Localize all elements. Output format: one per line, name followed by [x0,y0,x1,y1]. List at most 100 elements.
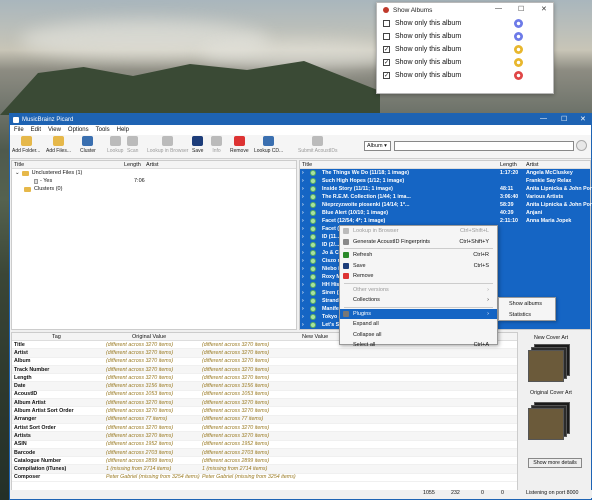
menu-edit[interactable]: Edit [31,127,41,133]
album-filter-row[interactable]: Show only this album [377,30,553,43]
checkbox[interactable]: ✓ [383,46,390,53]
album-row[interactable]: › The R.E.M. Collection (1/44; 1 ima... 3:… [300,193,590,201]
metadata-row[interactable]: Album Artist Sort Order (different across… [12,407,517,416]
menu-view[interactable]: View [48,127,61,133]
maximize-icon[interactable]: ☐ [518,5,524,13]
close-icon[interactable]: ✕ [580,115,586,123]
toolbar-button-add-files[interactable]: Add Files... [46,136,71,154]
menu-item-collections[interactable]: Collections › [340,295,497,306]
menu-item-refresh[interactable]: Refresh Ctrl+R [340,250,497,261]
menu-item-expand-all[interactable]: Expand all [340,319,497,330]
metadata-row[interactable]: Composer Peter Gabriel (missing from 3254… [12,474,517,483]
toolbar-button-remove[interactable]: Remove [230,136,249,154]
search-input[interactable] [394,141,574,151]
show-more-details-button[interactable]: Show more details [528,458,582,468]
checkbox[interactable] [383,20,390,27]
expand-icon[interactable]: › [302,226,304,232]
expand-icon[interactable]: › [302,282,304,288]
menu-item-save[interactable]: Save Ctrl+S [340,261,497,272]
minimize-icon[interactable]: — [540,115,547,122]
album-filter-row[interactable]: ✓ Show only this album [377,69,553,82]
expand-icon[interactable]: › [302,290,304,296]
metadata-row[interactable]: Artist Sort Order (different across 3270 … [12,424,517,433]
menu-item-lookup-in-browser[interactable]: Lookup in Browser Ctrl+Shift+L [340,226,497,237]
expand-icon[interactable]: › [302,234,304,240]
col-original[interactable]: Original Value [132,334,166,340]
metadata-row[interactable]: Artists (different across 3270 items) (dif… [12,432,517,441]
new-cover-image[interactable] [528,344,572,384]
menu-help[interactable]: Help [117,127,129,133]
expand-icon[interactable]: › [302,250,304,256]
expand-icon[interactable]: › [302,210,304,216]
toolbar-button-scan[interactable]: Scan [127,136,138,154]
expand-icon[interactable]: › [302,242,304,248]
album-row[interactable]: › Facet (12/54; 4*; 1 image) 2:11:10 Anna M… [300,217,590,225]
minimize-icon[interactable]: — [495,5,502,12]
album-row[interactable]: › The Things We Do (11/18; 1 image) 1:17:2… [300,169,590,177]
album-filter-row[interactable]: ✓ Show only this album [377,43,553,56]
metadata-row[interactable]: Album (different across 3270 items) (diffe… [12,358,517,366]
col-length[interactable]: Length [500,162,517,168]
metadata-row[interactable]: Date (different across 3156 items) (differ… [12,382,517,391]
toolbar-button-cluster[interactable]: Cluster [80,136,96,154]
tree-row-unclustered[interactable]: ⌄ Unclustered Files (1) [12,169,296,177]
toolbar-button-add-folder[interactable]: Add Folder... [12,136,40,154]
metadata-row[interactable]: Catalogue Number (different across 2899 i… [12,457,517,466]
metadata-row[interactable]: Track Number (different across 3270 items… [12,365,517,375]
menu-file[interactable]: File [14,127,24,133]
metadata-row[interactable]: Compilation (iTunes) 1 (missing from 2714… [12,465,517,474]
expand-icon[interactable]: › [302,274,304,280]
metadata-row[interactable]: Arranger (different across 77 items) (diff… [12,415,517,424]
checkbox[interactable] [383,33,390,40]
metadata-row[interactable]: ASIN (different across 1952 items) (differ… [12,441,517,449]
expand-icon[interactable]: › [302,298,304,304]
close-icon[interactable]: ✕ [541,5,547,13]
maximize-icon[interactable]: ☐ [561,115,567,123]
col-length[interactable]: Length [124,162,141,168]
album-row[interactable]: › Blue Alert (10/10; 1 image) 40:39 Anjani [300,209,590,217]
expand-icon[interactable]: › [302,170,304,176]
menu-item-generate-acoustid-fingerprints[interactable]: Generate AcoustID Fingerprints Ctrl+Shift… [340,237,497,248]
album-row[interactable]: › Such High Hopes (1/12; 1 image) Frankie … [300,177,590,185]
album-filter-row[interactable]: Show only this album [377,17,553,30]
col-tag[interactable]: Tag [52,334,61,340]
toolbar-button-save[interactable]: Save [192,136,203,154]
checkbox[interactable]: ✓ [383,72,390,79]
original-cover-image[interactable] [528,402,572,442]
menu-item-statistics[interactable]: Statistics [499,309,555,320]
toolbar-button-lookup-in-browser[interactable]: Lookup in Browser [147,136,188,154]
toolbar-button-lookup-cd[interactable]: Lookup CD... [254,136,283,154]
toolbar-button-lookup[interactable]: Lookup [107,136,123,154]
menu-item-plugins[interactable]: Plugins › [340,308,497,319]
metadata-row[interactable]: AcoustID (different across 1053 items) (di… [12,391,517,400]
metadata-row[interactable]: Length (different across 3270 items) (diff… [12,374,517,383]
search-type-select[interactable]: Album ▾ [364,141,391,151]
expand-icon[interactable]: › [302,218,304,224]
menu-item-remove[interactable]: Remove [340,271,497,282]
album-row[interactable]: › Inside Story (11/11; 1 image) 48:11 Anita… [300,185,592,193]
menu-tools[interactable]: Tools [96,127,110,133]
col-artist[interactable]: Artist [526,162,539,168]
tree-row-file[interactable]: - Yes 7:06 [12,177,296,185]
expand-icon[interactable]: ⌄ [15,170,20,176]
menu-item-other-versions[interactable]: Other versions › [340,285,497,296]
expand-icon[interactable]: › [302,178,304,184]
search-icon[interactable] [576,140,587,151]
album-row[interactable]: › Nieprzyzwoite piosenki (14/14; 1*... 58:… [300,201,592,209]
menu-item-show-albums[interactable]: Show albums [499,298,555,309]
menu-options[interactable]: Options [68,127,89,133]
expand-icon[interactable]: › [302,194,304,200]
expand-icon[interactable]: › [302,322,304,328]
expand-icon[interactable]: › [302,202,304,208]
metadata-row[interactable]: Album Artist (different across 3270 items… [12,399,517,408]
tree-row-clusters[interactable]: Clusters (0) [12,185,296,193]
album-filter-row[interactable]: ✓ Show only this album [377,56,553,69]
menu-item-collapse-all[interactable]: Collapse all [340,330,497,341]
col-artist[interactable]: Artist [146,162,159,168]
expand-icon[interactable]: › [302,266,304,272]
expand-icon[interactable]: › [302,306,304,312]
metadata-row[interactable]: Artist (different across 3270 items) (diff… [12,349,517,358]
toolbar-button-submit-acoustids[interactable]: Submit AcoustIDs [298,136,337,154]
metadata-row[interactable]: Barcode (different across 2703 items) (dif… [12,448,517,458]
col-title[interactable]: Title [14,162,24,168]
